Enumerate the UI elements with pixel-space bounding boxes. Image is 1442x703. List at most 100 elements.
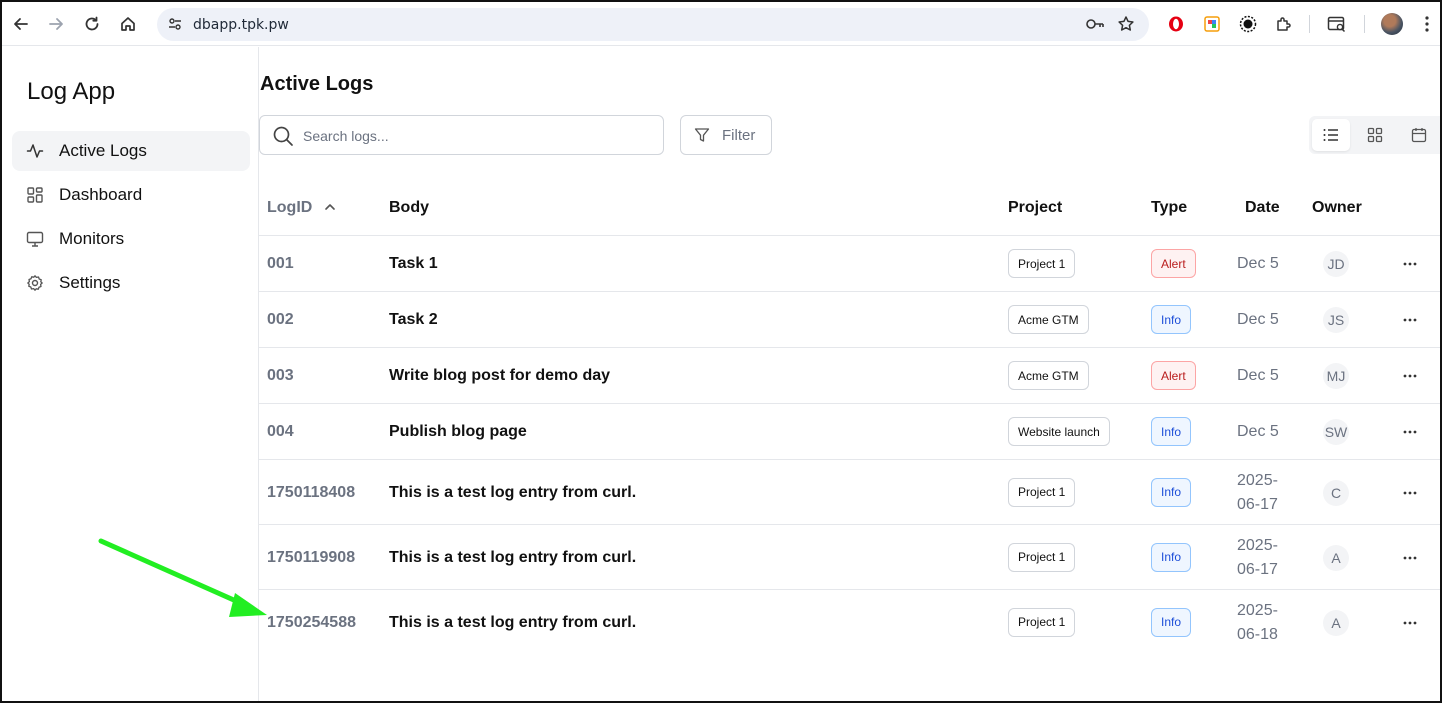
view-toggle (1309, 116, 1442, 154)
table-row[interactable]: 003 Write blog post for demo day Acme GT… (259, 348, 1440, 404)
owner-avatar[interactable]: JS (1323, 307, 1349, 333)
row-actions-more-icon[interactable] (1399, 547, 1421, 569)
owner-avatar[interactable]: JD (1323, 251, 1349, 277)
sidebar-item-label: Monitors (59, 229, 125, 248)
gear-icon (27, 275, 43, 291)
menu-kebab-icon[interactable] (1415, 12, 1439, 36)
sidebar-item-monitors[interactable]: Monitors (12, 219, 250, 259)
type-badge: Info (1151, 477, 1192, 507)
tab-search-icon[interactable] (1325, 12, 1349, 36)
type-badge: Info (1151, 607, 1192, 637)
password-key-icon[interactable] (1085, 16, 1105, 37)
log-id: 1750254588 (267, 613, 356, 631)
row-actions-more-icon[interactable] (1399, 612, 1421, 634)
table-header: LogID Body Project Type Date Owner (259, 180, 1440, 236)
search-input[interactable] (303, 125, 643, 147)
home-icon[interactable] (114, 10, 142, 38)
activity-icon (26, 144, 44, 158)
log-body[interactable]: This is a test log entry from curl. (389, 614, 636, 632)
type-badge: Info (1151, 305, 1192, 334)
search-icon (272, 125, 294, 152)
log-id: 001 (267, 255, 294, 272)
type-badge: Info (1151, 417, 1192, 446)
table-row[interactable]: 1750254588 This is a test log entry from… (259, 590, 1440, 655)
log-date: 2025- 06-18 (1237, 601, 1278, 643)
log-body[interactable]: Task 1 (389, 255, 438, 273)
column-header-logid[interactable]: LogID (267, 199, 312, 217)
page-title: Active Logs (260, 73, 374, 95)
browser-toolbar: dbapp.tpk.pw (2, 2, 1440, 46)
log-id: 004 (267, 423, 294, 440)
annotation-arrow-icon (98, 538, 267, 617)
row-actions-more-icon[interactable] (1399, 309, 1421, 331)
forward-arrow-icon[interactable] (42, 10, 70, 38)
row-actions-more-icon[interactable] (1399, 421, 1421, 443)
log-id: 1750119908 (267, 548, 356, 566)
row-actions-more-icon[interactable] (1399, 253, 1421, 275)
project-badge: Project 1 (1008, 607, 1076, 637)
project-badge: Acme GTM (1008, 361, 1089, 390)
address-bar[interactable]: dbapp.tpk.pw (157, 8, 1149, 41)
table-row[interactable]: 002 Task 2 Acme GTM Info Dec 5 JS (259, 292, 1440, 348)
owner-avatar[interactable]: A (1323, 544, 1349, 571)
calendar-view-icon[interactable] (1400, 119, 1438, 151)
table-row[interactable]: 004 Publish blog page Website launch Inf… (259, 404, 1440, 460)
project-badge: Project 1 (1008, 542, 1076, 572)
sidebar-item-active-logs[interactable]: Active Logs (12, 131, 250, 171)
profile-avatar[interactable] (1381, 13, 1403, 35)
list-view-icon[interactable] (1312, 119, 1350, 151)
sort-ascending-icon[interactable] (323, 200, 337, 219)
sidebar-item-dashboard[interactable]: Dashboard (12, 175, 250, 215)
project-badge: Acme GTM (1008, 305, 1089, 334)
column-header-body[interactable]: Body (389, 199, 429, 217)
sidebar-item-label: Settings (59, 273, 121, 292)
log-id: 003 (267, 367, 294, 384)
url-text[interactable]: dbapp.tpk.pw (193, 17, 289, 33)
sidebar-item-label: Dashboard (59, 185, 143, 204)
app-title: Log App (27, 78, 116, 105)
owner-avatar[interactable]: MJ (1323, 363, 1349, 389)
site-settings-icon[interactable] (167, 16, 183, 37)
sidebar-item-settings[interactable]: Settings (12, 263, 250, 303)
extensions-puzzle-icon[interactable] (1272, 12, 1296, 36)
filter-button[interactable]: Filter (680, 115, 772, 155)
reload-icon[interactable] (78, 10, 106, 38)
owner-avatar[interactable]: SW (1323, 419, 1349, 445)
owner-avatar[interactable]: A (1323, 609, 1349, 636)
search-box (259, 115, 664, 155)
column-header-project[interactable]: Project (1008, 199, 1062, 217)
column-header-date[interactable]: Date (1245, 199, 1280, 217)
sidebar-item-label: Active Logs (59, 141, 147, 160)
table-row[interactable]: 1750118408 This is a test log entry from… (259, 460, 1440, 525)
type-badge: Info (1151, 542, 1192, 572)
log-body[interactable]: This is a test log entry from curl. (389, 549, 636, 567)
filter-label: Filter (722, 127, 756, 144)
table-row[interactable]: 001 Task 1 Project 1 Alert Dec 5 JD (259, 236, 1440, 292)
owner-avatar[interactable]: C (1323, 479, 1349, 506)
filter-funnel-icon (694, 127, 710, 148)
monitor-icon (26, 231, 44, 247)
log-body[interactable]: This is a test log entry from curl. (389, 484, 636, 502)
bookmark-star-icon[interactable] (1117, 15, 1135, 38)
toolbar-divider (1309, 15, 1310, 33)
row-actions-more-icon[interactable] (1399, 365, 1421, 387)
log-body[interactable]: Write blog post for demo day (389, 367, 610, 385)
log-id: 002 (267, 311, 294, 328)
back-arrow-icon[interactable] (7, 10, 35, 38)
opera-extension-icon[interactable] (1164, 12, 1188, 36)
log-date: 2025- 06-17 (1237, 471, 1278, 513)
log-date: Dec 5 (1237, 311, 1279, 328)
log-date: 2025- 06-17 (1237, 536, 1278, 578)
row-actions-more-icon[interactable] (1399, 482, 1421, 504)
table-row[interactable]: 1750119908 This is a test log entry from… (259, 525, 1440, 590)
log-body[interactable]: Publish blog page (389, 423, 527, 441)
column-header-type[interactable]: Type (1151, 199, 1187, 217)
column-header-owner[interactable]: Owner (1312, 199, 1362, 217)
color-extension-icon[interactable] (1200, 12, 1224, 36)
log-id: 1750118408 (267, 483, 356, 501)
type-badge: Alert (1151, 361, 1196, 390)
log-date: Dec 5 (1237, 255, 1279, 272)
grid-view-icon[interactable] (1356, 119, 1394, 151)
sun-extension-icon[interactable] (1236, 12, 1260, 36)
log-body[interactable]: Task 2 (389, 311, 438, 329)
